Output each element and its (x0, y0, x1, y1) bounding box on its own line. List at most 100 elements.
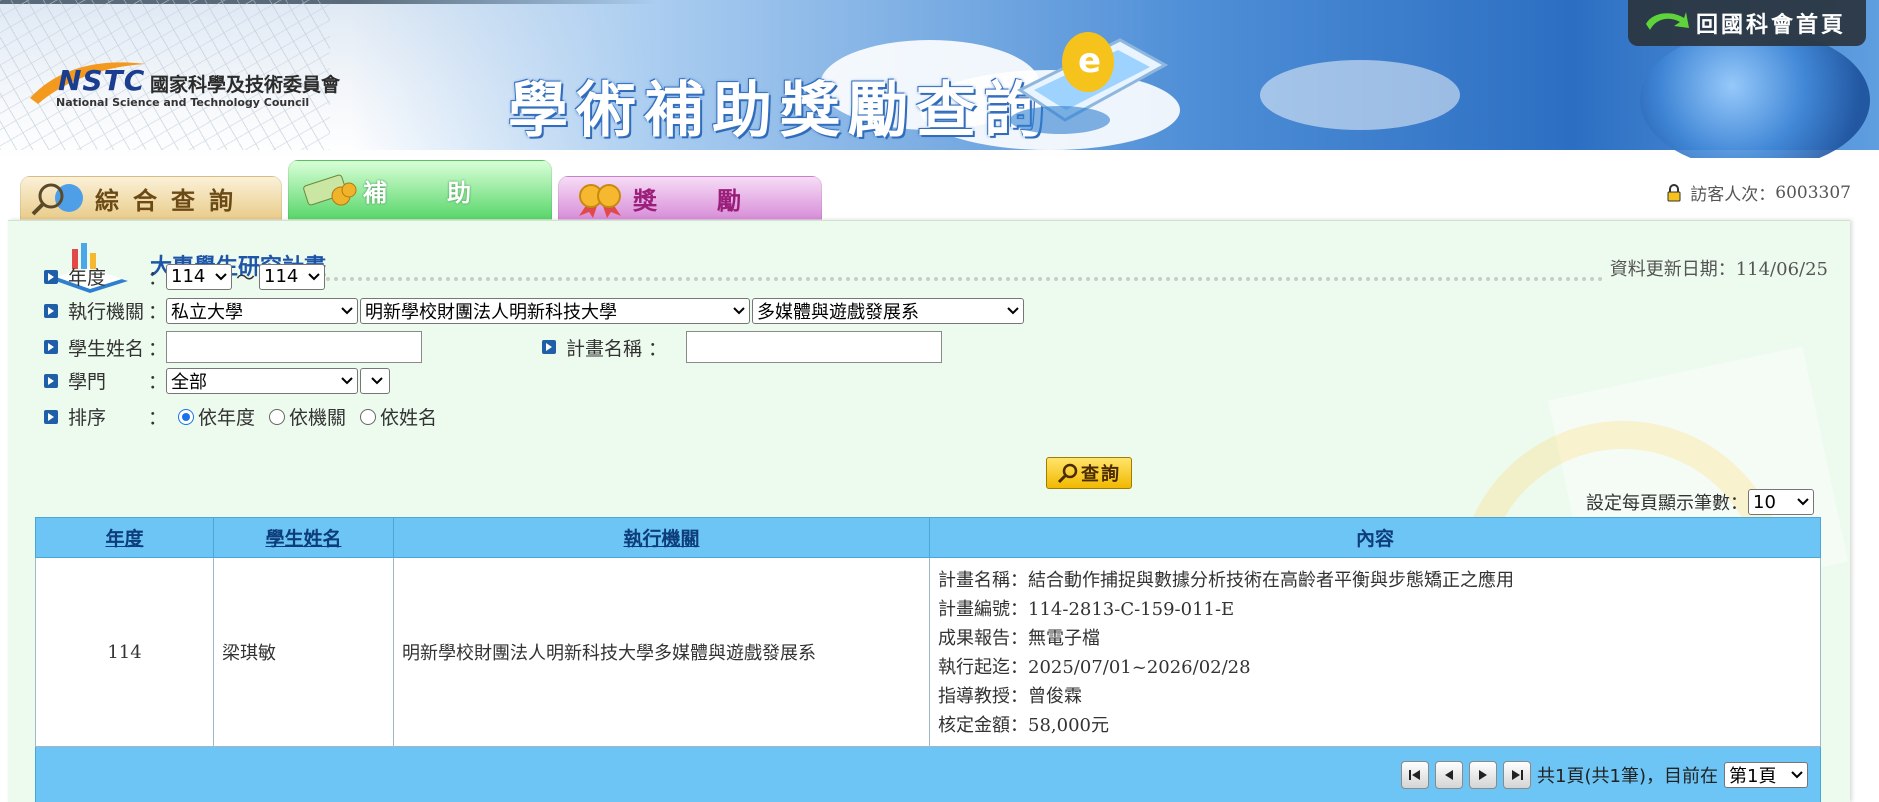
content-advisor: 指導教授：曾俊霖 (938, 682, 1812, 711)
cell-content: 計畫名稱：結合動作捕捉與數據分析技術在高齡者平衡與步態矯正之應用 計畫編號：11… (929, 557, 1821, 747)
year-range-separator: ～ (236, 267, 256, 289)
content-label: 計畫編號： (938, 599, 1028, 620)
project-name-colon: ： (648, 337, 668, 360)
bullet-icon (44, 269, 58, 284)
field-row: 學門 ： 全部 (44, 367, 390, 394)
content-project-id: 計畫編號：114-2813-C-159-011-E (938, 595, 1812, 624)
content-value: 114-2813-C-159-011-E (1028, 599, 1235, 620)
logo-chinese-name: 國家科學及技術委員會 (150, 74, 341, 96)
chevron-down-icon (1797, 498, 1809, 506)
update-date-value: 114/06/25 (1735, 259, 1828, 280)
page-select[interactable]: 第1頁 (1724, 761, 1808, 788)
nstc-logo[interactable]: NSTC 國家科學及技術委員會 National Science and Tec… (28, 58, 368, 118)
content-value: 無電子檔 (1028, 628, 1100, 649)
globe-image (1640, 30, 1870, 158)
student-name-label: 學生姓名 (68, 337, 145, 360)
sort-by-org-radio[interactable]: 依機關 (269, 403, 346, 430)
bullet-icon (44, 303, 58, 318)
school-value: 明新學校財團法人明新科技大學 (365, 301, 617, 323)
content-label: 計畫名稱： (938, 570, 1028, 591)
chevron-down-icon (341, 376, 353, 384)
header-student-name[interactable]: 學生姓名 (213, 517, 394, 558)
per-page-value: 10 (1753, 491, 1776, 513)
dotted-divider (278, 277, 1828, 281)
first-page-icon (1409, 769, 1421, 780)
content-report: 成果報告：無電子檔 (938, 624, 1812, 653)
year-to-value: 114 (264, 266, 299, 287)
field-select[interactable]: 全部 (166, 367, 358, 394)
pager-summary: 共1頁(共1筆)，目前在 (1537, 765, 1718, 787)
lock-icon (1667, 183, 1681, 201)
prev-page-icon (1445, 769, 1454, 780)
content-amount: 核定金額：58,000元 (938, 711, 1812, 740)
tab-general-query-label: 綜合查詢 (95, 185, 247, 215)
org-type-value: 私立大學 (171, 301, 243, 323)
table-row: 114 梁琪敏 明新學校財團法人明新科技大學多媒體與遊戲發展系 計畫名稱：結合動… (35, 557, 1821, 747)
content-project-name: 計畫名稱：結合動作捕捉與數據分析技術在高齡者平衡與步態矯正之應用 (938, 566, 1812, 595)
chevron-down-icon (1007, 306, 1019, 314)
site-title: 學術補助獎勵查詢 (508, 76, 1052, 146)
pagination: 共1頁(共1筆)，目前在 第1頁 (36, 760, 1820, 789)
cell-org: 明新學校財團法人明新科技大學多媒體與遊戲發展系 (393, 557, 930, 747)
field-colon: ： (148, 371, 168, 393)
per-page-select[interactable]: 10 (1748, 489, 1814, 515)
sort-by-org-label: 依機關 (289, 407, 347, 429)
year-label: 年度 (68, 267, 107, 289)
chevron-down-icon (308, 272, 320, 280)
sort-by-year-label: 依年度 (198, 407, 256, 429)
field-label: 學門 (68, 371, 107, 393)
student-name-input[interactable] (166, 331, 422, 363)
org-type-select[interactable]: 私立大學 (166, 297, 358, 324)
radio-checked-icon (178, 408, 194, 425)
next-page-icon (1479, 769, 1488, 780)
content-label: 核定金額： (938, 715, 1028, 736)
sort-by-name-radio[interactable]: 依姓名 (360, 403, 437, 430)
school-select[interactable]: 明新學校財團法人明新科技大學 (360, 297, 750, 324)
search-panel: 大專學生研究計畫 資料更新日期：114/06/25 年度 ： 114 ～ 114… (8, 220, 1850, 802)
query-button[interactable]: 查詢 (1046, 457, 1132, 489)
field-value: 全部 (171, 371, 207, 393)
site-banner: NSTC 國家科學及技術委員會 National Science and Tec… (0, 0, 1879, 158)
visitor-counter: 訪客人次： 6003307 (1666, 180, 1851, 205)
return-arrow-icon (1646, 12, 1689, 30)
table-header-row: 年度 學生姓名 執行機關 內容 (35, 517, 1821, 558)
content-value: 58,000元 (1028, 715, 1109, 736)
tab-grant[interactable]: 補助 (288, 160, 552, 220)
update-date-label: 資料更新日期： (1609, 259, 1736, 280)
home-link-button[interactable]: 回國科會首頁 (1628, 0, 1866, 46)
money-stack-icon (303, 174, 357, 206)
logo-abbr: NSTC (58, 64, 146, 97)
chevron-down-icon (215, 272, 227, 280)
radio-unchecked-icon (269, 408, 286, 425)
banner-cloud (1260, 60, 1460, 130)
content-label: 成果報告： (938, 628, 1028, 649)
header-org[interactable]: 執行機關 (393, 517, 930, 558)
content-label: 執行起迄： (938, 657, 1028, 678)
sort-row: 排序 ： 依年度 依機關 依姓名 (44, 403, 451, 430)
prev-page-button[interactable] (1435, 760, 1464, 789)
department-select[interactable]: 多媒體與遊戲發展系 (752, 297, 1024, 324)
project-name-input[interactable] (686, 331, 942, 363)
tab-award[interactable]: 獎勵 (558, 176, 822, 220)
pager-row: 共1頁(共1筆)，目前在 第1頁 (35, 746, 1821, 802)
year-to-select[interactable]: 114 (259, 263, 326, 290)
header-year[interactable]: 年度 (35, 517, 214, 558)
visitor-count: 6003307 (1775, 182, 1851, 203)
content-value: 結合動作捕捉與數據分析技術在高齡者平衡與步態矯正之應用 (1028, 570, 1514, 591)
sort-by-name-label: 依姓名 (380, 407, 438, 429)
chevron-down-icon (371, 376, 383, 384)
student-row: 學生姓名 ： 計畫名稱 ： (44, 331, 942, 363)
first-page-button[interactable] (1401, 760, 1430, 789)
sub-field-select[interactable] (360, 367, 390, 394)
header-content: 內容 (929, 517, 1821, 558)
year-colon: ： (148, 267, 168, 289)
last-page-button[interactable] (1503, 760, 1532, 789)
sort-by-year-radio[interactable]: 依年度 (178, 403, 255, 430)
tab-general-query[interactable]: 綜合查詢 (20, 176, 282, 220)
bullet-icon (44, 340, 58, 354)
chevron-down-icon (341, 306, 353, 314)
content-value: 曾俊霖 (1028, 686, 1082, 707)
year-from-select[interactable]: 114 (166, 263, 232, 290)
next-page-button[interactable] (1469, 760, 1498, 789)
pager-cell: 共1頁(共1筆)，目前在 第1頁 (35, 746, 1821, 802)
